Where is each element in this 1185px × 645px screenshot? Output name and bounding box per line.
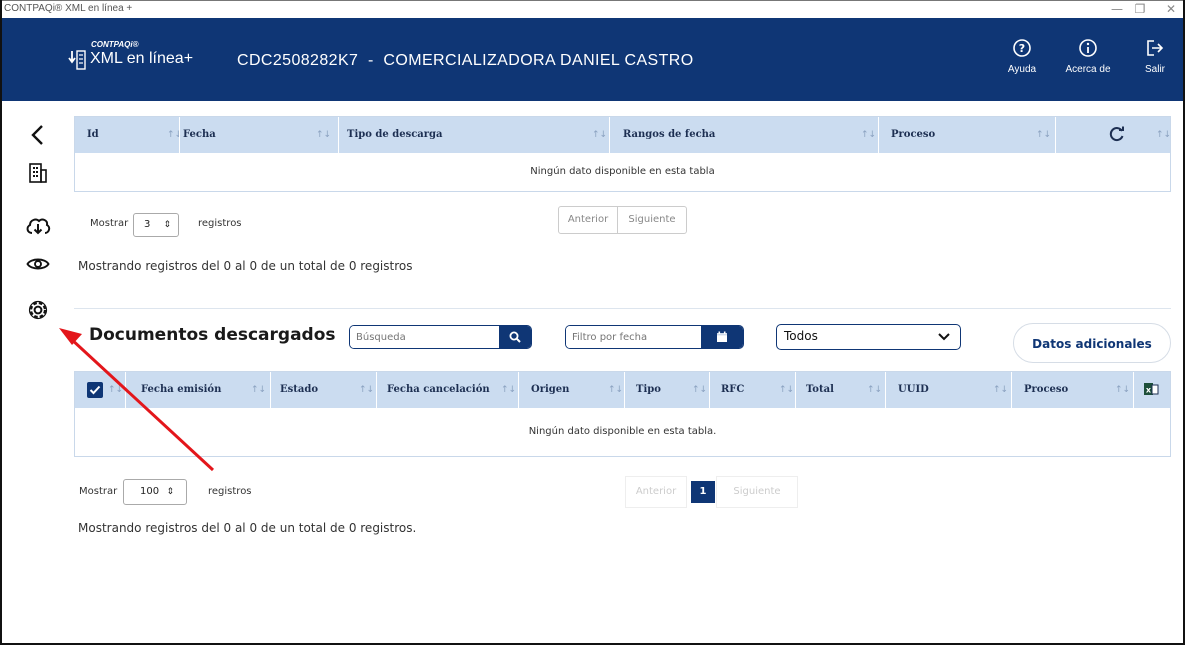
app-window: CONTPAQi® XML en línea + — ❐ ✕ CONTPAQi®… [0,0,1185,645]
annotation-arrow [59,328,215,472]
